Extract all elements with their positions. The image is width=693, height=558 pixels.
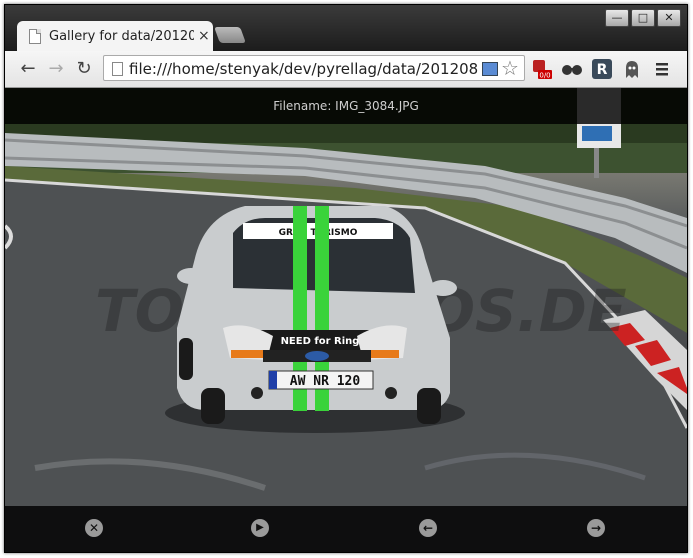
r-icon[interactable]: R bbox=[591, 58, 613, 80]
page-action-icon[interactable] bbox=[482, 62, 498, 76]
ghost-icon[interactable] bbox=[621, 58, 643, 80]
minimize-button[interactable]: — bbox=[605, 9, 629, 27]
page-icon bbox=[112, 62, 123, 76]
play-control-icon[interactable]: ▶ bbox=[251, 519, 269, 537]
page-icon bbox=[29, 28, 41, 44]
previous-control-icon[interactable]: ← bbox=[419, 519, 437, 537]
tab-title: Gallery for data/20120 bbox=[49, 28, 194, 44]
glasses-icon[interactable] bbox=[561, 58, 583, 80]
browser-window: Gallery for data/20120 × — □ ✕ ← → ↻ fil… bbox=[4, 4, 688, 553]
gallery-photo[interactable]: TOURIFOTOS.DE GRAN TURISMO NEED for Ring bbox=[5, 88, 687, 552]
forward-button[interactable]: → bbox=[45, 58, 67, 80]
maximize-button[interactable]: □ bbox=[631, 9, 655, 27]
r-label: R bbox=[597, 62, 608, 78]
adblock-badge: 0/0 bbox=[539, 72, 550, 80]
tab-close-icon[interactable]: × bbox=[198, 28, 210, 44]
gallery-viewer: TOURIFOTOS.DE GRAN TURISMO NEED for Ring bbox=[5, 88, 687, 552]
close-control-icon[interactable]: ✕ bbox=[85, 519, 103, 537]
menu-icon[interactable] bbox=[651, 58, 673, 80]
back-button[interactable]: ← bbox=[17, 58, 39, 80]
title-bar: Gallery for data/20120 × — □ ✕ bbox=[5, 5, 687, 51]
bookmark-star-icon[interactable]: ☆ bbox=[501, 56, 519, 80]
url-text[interactable]: file:///home/stenyak/dev/pyrellag/data/2… bbox=[129, 60, 479, 78]
filename-bar: Filename: IMG_3084.JPG bbox=[5, 88, 687, 124]
hood-decal: NEED for Ring bbox=[281, 336, 360, 347]
address-bar[interactable]: file:///home/stenyak/dev/pyrellag/data/2… bbox=[103, 55, 525, 81]
browser-toolbar: ← → ↻ file:///home/stenyak/dev/pyrellag/… bbox=[5, 51, 687, 88]
close-window-button[interactable]: ✕ bbox=[657, 9, 681, 27]
gallery-controls: ✕ ▶ ← → bbox=[5, 506, 687, 552]
next-control-icon[interactable]: → bbox=[587, 519, 605, 537]
filename-label: Filename: IMG_3084.JPG bbox=[273, 99, 419, 113]
adblock-counter-icon[interactable]: 0/0 bbox=[531, 58, 553, 80]
license-plate: AW NR 120 bbox=[290, 374, 361, 389]
reload-button[interactable]: ↻ bbox=[73, 58, 95, 80]
new-tab-button[interactable] bbox=[214, 27, 246, 43]
tab-gallery[interactable]: Gallery for data/20120 × bbox=[17, 21, 213, 51]
